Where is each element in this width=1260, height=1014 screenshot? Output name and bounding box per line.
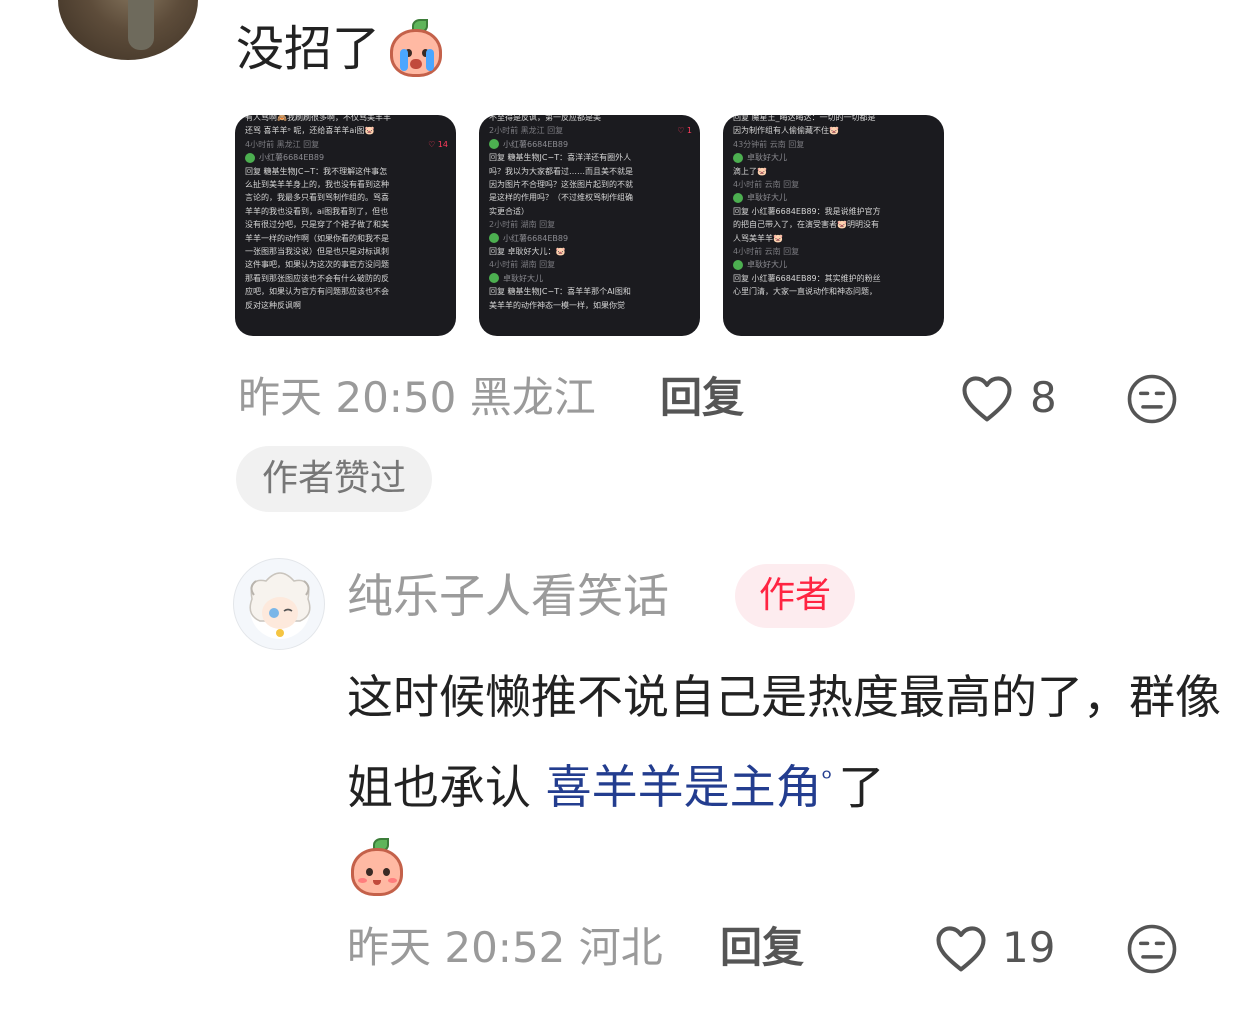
thumb-line: 羊羊一样的动作啊（如果你看的和我不是 — [245, 233, 389, 243]
thumb-like-count: ♡ 1 — [677, 126, 692, 136]
mini-avatar-icon — [733, 152, 743, 163]
reply-button[interactable]: 回复 — [720, 920, 804, 976]
thumb-line: 还骂 喜羊羊ᵒ 呢，还给喜羊羊ai图🐷 — [245, 126, 375, 136]
thumb-line: 回复 糖基生物JC−T：我不理解这件事怎 — [245, 166, 388, 176]
thumb-line: 43分钟前 云南 回复 — [733, 139, 805, 149]
thumb-line: 这件事吧，如果认为这次的事官方没问题 — [245, 260, 389, 270]
thumb-line: 回复 小红薯6684EB89：其实维护的粉丝 — [733, 273, 881, 283]
thumb-line: 回复 糖基生物JC−T：喜洋洋还有圈外人 — [489, 153, 632, 163]
like-icon[interactable] — [960, 373, 1014, 423]
thumb-like-count: ♡ 14 — [428, 139, 448, 149]
thumb-line: 回复 小红薯6684EB89：我是说维护官方 — [733, 206, 881, 216]
author-liked-badge: 作者赞过 — [236, 446, 432, 512]
thumb-line: 4小时前 云南 回复 — [733, 180, 800, 190]
thumb-line: 的把自己带入了，在演受害者🐷明明没有 — [733, 220, 879, 230]
thumb-line: 有人骂啊🙈我刷刷很多啊，不仅骂美羊羊 — [245, 115, 391, 122]
thumb-line: 4小时前 黑龙江 回复 ♡ 14 — [245, 138, 448, 151]
thumb-line: 4小时前 湖南 回复 — [489, 260, 556, 270]
thumb-line: 没有很过分吧，只是穿了个裙子做了和美 — [245, 220, 389, 230]
comment-image[interactable]: 不至得是反讽，第一反应都是美 2小时前 黑龙江 回复 ♡ 1 小红薯6684EB89 回… — [479, 115, 700, 336]
mini-avatar-icon — [245, 152, 255, 163]
thumb-line: 一张图那当我没说）但是也只是对标讽刺 — [245, 247, 389, 257]
thumb-line: 那看到那张图应该也不会有什么破防的反 — [245, 273, 389, 283]
like-icon[interactable] — [934, 923, 988, 973]
author-badge: 作者 — [735, 564, 855, 628]
thumb-line: 回复 魔星王_晦达晦达：一切的一切都是 — [733, 115, 876, 122]
thumb-line: 吗？我以为大家都看过……而且美不就是 — [489, 166, 633, 176]
thumb-line: 回复 糖基生物JC−T：喜羊羊那个AI图和 — [489, 287, 631, 297]
thumb-line: 卓耿好大儿 — [733, 151, 936, 164]
thumb-line: 2小时前 湖南 回复 — [489, 220, 556, 230]
thumb-line: 应吧，如果认为官方有问题那应该也不会 — [245, 287, 389, 297]
thumb-line: 因为图片不合理吗？这张图片起到的不就 — [489, 180, 633, 190]
reply-button[interactable]: 回复 — [660, 370, 744, 426]
peach-smile-icon — [347, 838, 407, 898]
thumb-line: 人骂美羊羊🐷 — [733, 233, 783, 243]
mini-avatar-icon — [733, 259, 743, 270]
crying-peach-icon — [386, 19, 446, 79]
thumb-line: 小红薯6684EB89 — [489, 138, 692, 151]
thumb-line: 不至得是反讽，第一反应都是美 — [489, 115, 601, 122]
reply-meta: 昨天 20:52 河北 — [347, 923, 663, 972]
thumb-line: 实更合适） — [489, 206, 529, 216]
thumb-line: 2小时前 黑龙江 回复 ♡ 1 — [489, 124, 692, 137]
topic-link[interactable]: 喜羊羊是主角ᵒ — [546, 760, 839, 814]
like-count: 19 — [1002, 923, 1056, 972]
thumb-line: 滴上了🐷 — [733, 166, 767, 176]
mini-avatar-icon — [733, 192, 743, 203]
mini-avatar-icon — [489, 139, 499, 150]
comment-image[interactable]: 有人骂啊🙈我刷刷很多啊，不仅骂美羊羊 还骂 喜羊羊ᵒ 呢，还给喜羊羊ai图🐷 4小时… — [235, 115, 456, 336]
commenter-avatar[interactable] — [58, 0, 198, 60]
comment-image[interactable]: 回复 魔星王_晦达晦达：一切的一切都是 因为制作组有人偷偷藏不住🐷 43分钟前 云南… — [723, 115, 944, 336]
mini-avatar-icon — [489, 233, 499, 244]
thumb-line: 回复 卓耿好大儿：🐷 — [489, 247, 566, 257]
thumb-line: 羊羊的我也没看到，ai图我看到了，但也 — [245, 206, 389, 216]
like-count: 8 — [1030, 373, 1057, 422]
thumb-line: 美羊羊的动作神态一模一样，如果你觉 — [489, 300, 625, 310]
thumb-line: 是这样的作用吗？（不过维权骂制作组确 — [489, 193, 633, 203]
thumb-line: 言论的，我最多只看到骂制作组的。骂喜 — [245, 193, 389, 203]
dislike-face-icon[interactable] — [1125, 922, 1179, 976]
thumb-line: 卓耿好大儿 — [733, 258, 936, 271]
thumb-line: 反对这种反讽啊 — [245, 300, 301, 310]
thumb-line: 小红薯6684EB89 — [245, 151, 448, 164]
reply-avatar[interactable] — [233, 558, 325, 650]
reply-username[interactable]: 纯乐子人看笑话 — [347, 566, 669, 626]
thumb-line: 么扯到美羊羊身上的，我也没有看到这种 — [245, 180, 389, 190]
reply-text: 这时候懒推不说自己是热度最高的了，群像姐也承认 喜羊羊是主角ᵒ 了 — [347, 656, 1227, 913]
comment-text: 没招了 — [236, 14, 446, 84]
thumb-line: 心里门清，大家一直说动作和神态问题， — [733, 287, 877, 297]
mini-avatar-icon — [489, 273, 499, 284]
search-topic-icon: ᵒ — [821, 764, 833, 794]
thumb-line: 小红薯6684EB89 — [489, 232, 692, 245]
thumb-line: 4小时前 云南 回复 — [733, 247, 800, 257]
thumb-line: 卓耿好大儿 — [489, 272, 692, 285]
comment-meta: 昨天 20:50 黑龙江 — [238, 373, 596, 422]
thumb-line: 卓耿好大儿 — [733, 191, 936, 204]
thumb-line: 因为制作组有人偷偷藏不住🐷 — [733, 126, 839, 136]
dislike-face-icon[interactable] — [1125, 372, 1179, 426]
